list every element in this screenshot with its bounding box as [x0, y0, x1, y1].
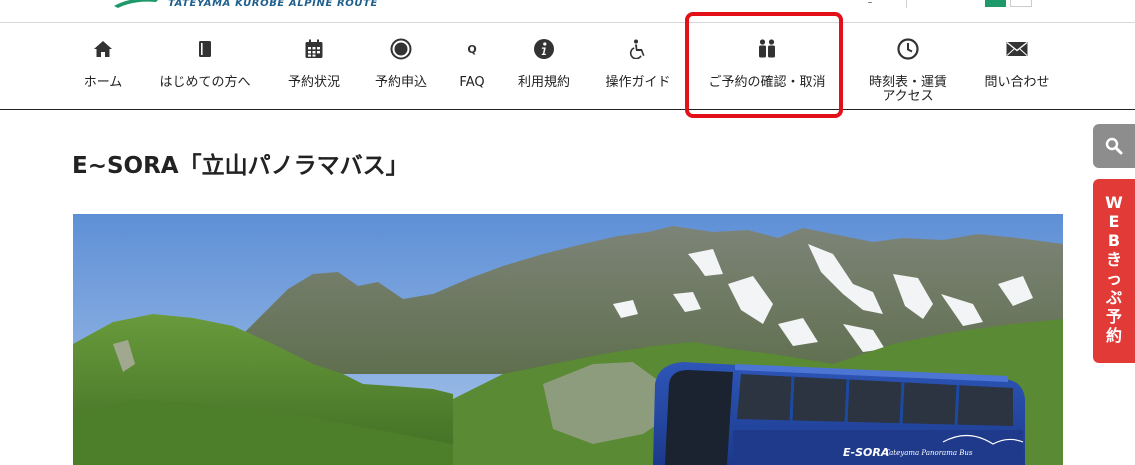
- nav-label: 操作ガイド: [605, 75, 671, 90]
- nav-item-contact[interactable]: 問い合わせ: [976, 23, 1058, 109]
- nav-item-reservation-status[interactable]: 予約状況: [280, 23, 348, 109]
- top-header: TATEYAMA KUROBE ALPINE ROUTE: [0, 0, 1135, 23]
- nav-item-home[interactable]: ホーム: [72, 23, 134, 109]
- nav-label: 問い合わせ: [984, 75, 1050, 90]
- wheelchair-icon: [627, 38, 649, 60]
- web-ticket-char: 約: [1105, 326, 1122, 345]
- language-button-active[interactable]: [985, 0, 1006, 7]
- page-title: E~SORA「立山パノラマバス」: [72, 153, 409, 179]
- nav-label: 時刻表・運賃アクセス: [868, 75, 947, 104]
- nav-item-reservation-apply[interactable]: 予約申込: [366, 23, 436, 109]
- top-link-fragment: [868, 0, 872, 3]
- search-icon: [1105, 137, 1123, 155]
- envelope-icon: [1006, 38, 1028, 60]
- q-icon: Q: [467, 42, 477, 56]
- logo-icon[interactable]: [112, 0, 162, 8]
- nav-label: ホーム: [83, 75, 123, 90]
- hero-image: E-SORA Tateyama Panorama Bus: [73, 214, 1063, 465]
- bus-brand: E-SORA: [843, 446, 890, 459]
- calendar-icon: [303, 38, 325, 60]
- nav-label: FAQ: [459, 75, 485, 90]
- info-icon: [533, 38, 555, 60]
- web-ticket-char: B: [1107, 231, 1121, 250]
- nav-label: ご予約の確認・取消: [708, 75, 826, 90]
- nav-item-confirm-cancel[interactable]: ご予約の確認・取消: [700, 23, 834, 109]
- web-ticket-char: E: [1108, 212, 1120, 231]
- book-icon: [194, 38, 216, 60]
- web-ticket-char: 予: [1105, 307, 1122, 326]
- web-ticket-char: っ: [1105, 269, 1122, 288]
- nav-label: 予約状況: [287, 75, 340, 90]
- clock-icon: [897, 38, 919, 60]
- language-button[interactable]: [1010, 0, 1032, 7]
- nav-item-terms[interactable]: 利用規約: [510, 23, 578, 109]
- nav-label: 予約申込: [374, 75, 427, 90]
- home-icon: [92, 38, 114, 60]
- main-nav: ホーム はじめての方へ 予約状況 予約申込 Q FAQ 利用規約 操作ガイド ご…: [0, 23, 1135, 110]
- search-button[interactable]: [1093, 124, 1135, 168]
- logo-text[interactable]: TATEYAMA KUROBE ALPINE ROUTE: [168, 0, 378, 9]
- nav-label: 利用規約: [517, 75, 570, 90]
- mountain-bus-illustration: [73, 214, 1063, 465]
- nav-item-faq[interactable]: Q FAQ: [452, 23, 492, 109]
- record-circle-icon: [390, 38, 412, 60]
- bus-subtitle: Tateyama Panorama Bus: [885, 449, 973, 457]
- web-ticket-char: き: [1105, 250, 1122, 269]
- top-divider: [906, 0, 907, 8]
- web-ticket-label: W E B き っ ぷ 予 約: [1093, 193, 1135, 345]
- web-ticket-char: ぷ: [1105, 288, 1122, 307]
- web-ticket-char: W: [1105, 193, 1123, 212]
- nav-label: はじめての方へ: [159, 75, 251, 90]
- web-ticket-reservation-button[interactable]: W E B き っ ぷ 予 約: [1093, 179, 1135, 363]
- nav-item-first-time[interactable]: はじめての方へ: [150, 23, 260, 109]
- nav-item-guide[interactable]: 操作ガイド: [598, 23, 678, 109]
- people-icon: [756, 38, 778, 60]
- nav-item-timetable[interactable]: 時刻表・運賃アクセス: [858, 23, 958, 109]
